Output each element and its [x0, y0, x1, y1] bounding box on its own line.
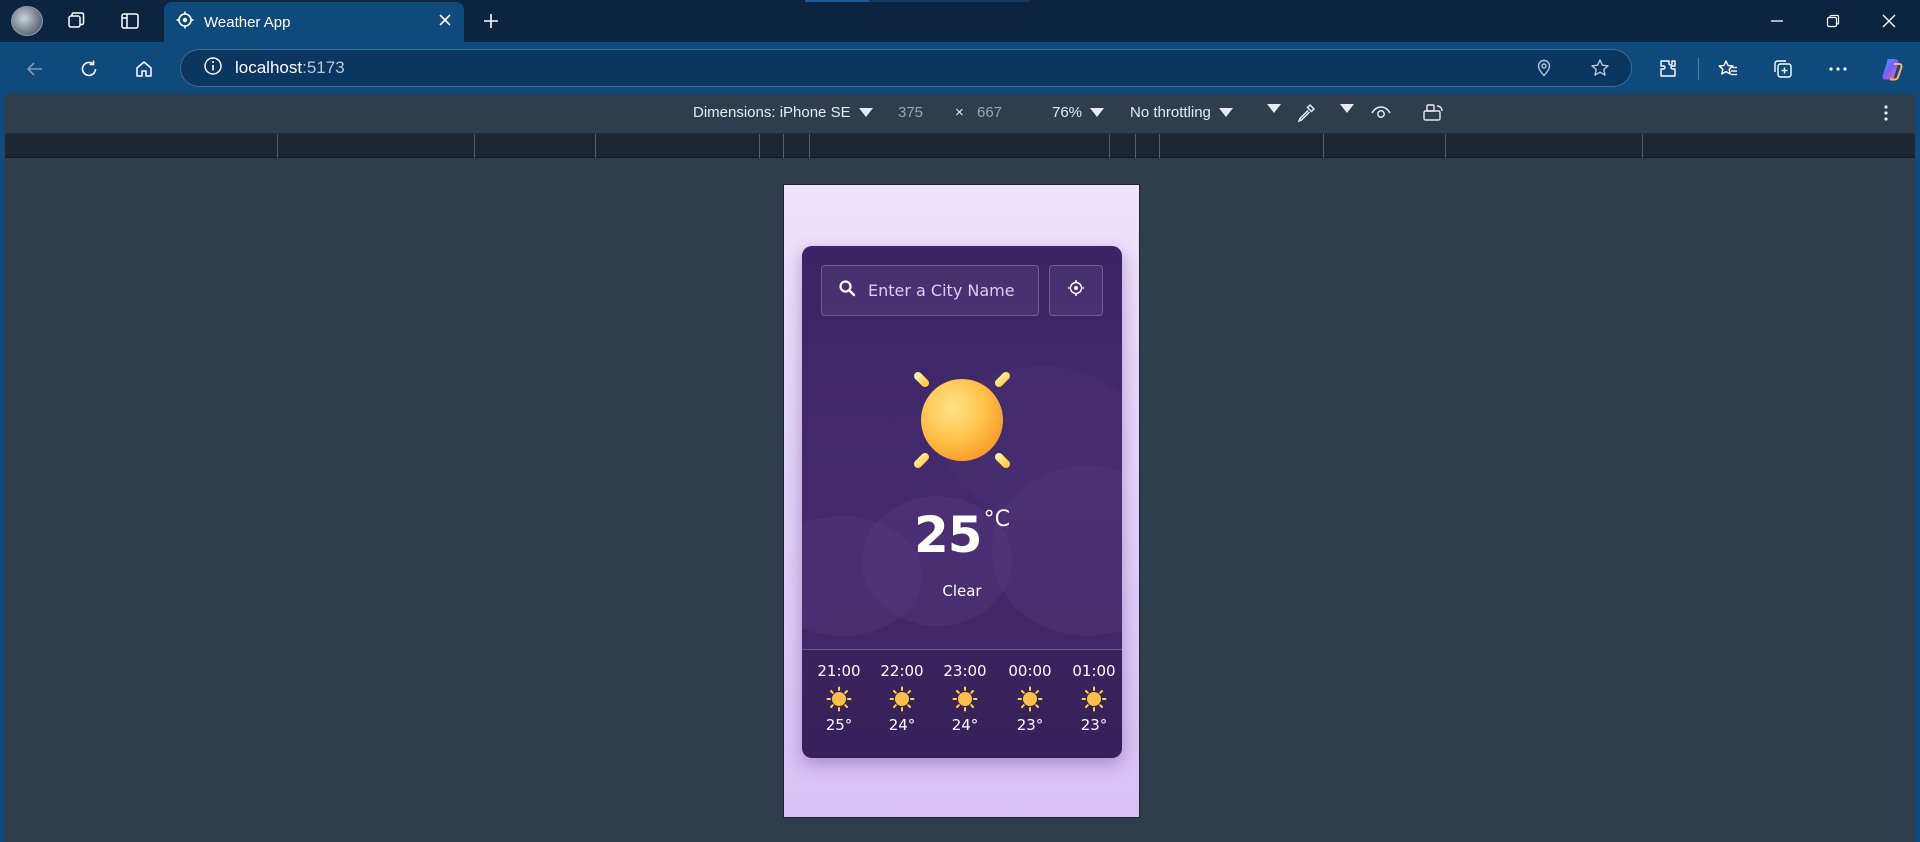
chevron-down-icon[interactable] — [1267, 104, 1281, 113]
weather-card: 25°C Clear 21:00 25° 22:00 24° 23:00 24°… — [802, 246, 1122, 758]
restore-icon[interactable] — [1810, 6, 1856, 36]
tab-strip-accent — [869, 0, 1029, 2]
hour-time: 22:00 — [880, 662, 924, 680]
tab-favicon-icon — [176, 11, 194, 34]
hour-temp: 23° — [1016, 716, 1044, 734]
hourly-item: 21:00 25° — [807, 662, 871, 734]
search-icon — [838, 279, 856, 302]
dimensions-dropdown[interactable]: Dimensions: iPhone SE — [693, 104, 873, 121]
hourly-item: 01:00 23° — [1062, 662, 1122, 734]
weather-condition: Clear — [942, 582, 982, 600]
close-tab-icon[interactable] — [438, 13, 452, 32]
copilot-icon[interactable] — [1875, 52, 1909, 86]
width-input[interactable]: 375 — [898, 104, 923, 121]
tab-title: Weather App — [204, 13, 291, 31]
eyedropper-icon[interactable] — [1295, 102, 1317, 124]
kebab-menu-icon[interactable] — [1883, 103, 1889, 123]
device-toolbar: Dimensions: iPhone SE 375 × 667 76% No t… — [5, 94, 1915, 134]
width-value: 375 — [898, 104, 924, 121]
back-icon[interactable] — [18, 52, 52, 86]
height-input[interactable]: 667 — [977, 104, 1002, 121]
favorites-icon[interactable] — [1711, 52, 1745, 86]
url-text: localhost:5173 — [235, 58, 345, 77]
times-sign: × — [955, 104, 964, 121]
hour-temp: 23° — [1080, 716, 1108, 734]
current-temperature: 25°C — [802, 506, 1122, 564]
profile-avatar[interactable] — [11, 6, 43, 36]
temperature-unit: °C — [983, 507, 1010, 532]
media-query-ruler[interactable] — [5, 134, 1915, 158]
browser-toolbar: localhost:5173 — [0, 42, 1920, 94]
throttling-dropdown[interactable]: No throttling — [1130, 104, 1233, 121]
vision-deficiency-icon[interactable] — [1370, 103, 1392, 123]
device-viewport: 25°C Clear 21:00 25° 22:00 24° 23:00 24°… — [783, 184, 1140, 818]
sun-icon — [1017, 686, 1043, 712]
current-location-button[interactable] — [1049, 265, 1103, 316]
sun-icon — [1081, 686, 1107, 712]
hour-temp: 25° — [825, 716, 853, 734]
new-tab-icon[interactable] — [475, 6, 507, 36]
hourly-item: 00:00 23° — [998, 662, 1062, 734]
chevron-down-icon — [1218, 108, 1233, 117]
city-search-input[interactable] — [868, 281, 1018, 300]
sun-icon — [889, 686, 915, 712]
height-value: 667 — [977, 104, 1003, 121]
hourly-item: 23:00 24° — [933, 662, 997, 734]
address-bar[interactable]: localhost:5173 — [180, 49, 1632, 87]
temperature-value: 25 — [914, 506, 983, 564]
collections-icon[interactable] — [1766, 52, 1800, 86]
tab-strip-accent — [805, 0, 869, 2]
vertical-tabs-icon[interactable] — [114, 6, 146, 36]
extensions-icon[interactable] — [1652, 52, 1686, 86]
dimension-separator: × — [955, 104, 964, 121]
city-search-box[interactable] — [821, 265, 1039, 316]
minimize-icon[interactable] — [1754, 6, 1800, 36]
chevron-down-icon[interactable] — [1340, 104, 1354, 113]
sun-icon — [895, 353, 1029, 487]
hourly-item: 22:00 24° — [870, 662, 934, 734]
window-border — [0, 94, 5, 842]
hourly-forecast: 21:00 25° 22:00 24° 23:00 24° 00:00 23° … — [802, 650, 1122, 758]
more-options-icon[interactable] — [1821, 52, 1855, 86]
hour-time: 21:00 — [817, 662, 861, 680]
hour-temp: 24° — [951, 716, 979, 734]
hour-time: 23:00 — [943, 662, 987, 680]
zoom-label: 76% — [1052, 104, 1083, 121]
sun-icon — [826, 686, 852, 712]
site-info-icon[interactable] — [203, 56, 223, 81]
tab-weather-app[interactable]: Weather App — [164, 2, 464, 42]
dimensions-label: Dimensions: iPhone SE — [693, 104, 851, 121]
home-icon[interactable] — [127, 52, 161, 86]
toolbar-divider — [1698, 58, 1699, 80]
crosshair-icon — [1067, 279, 1085, 302]
window-border — [1915, 94, 1920, 842]
hour-temp: 24° — [888, 716, 916, 734]
hour-time: 00:00 — [1008, 662, 1052, 680]
workspaces-icon[interactable] — [60, 6, 92, 36]
location-icon[interactable] — [1535, 59, 1553, 82]
hour-time: 01:00 — [1072, 662, 1116, 680]
favorite-star-icon[interactable] — [1590, 58, 1610, 83]
refresh-icon[interactable] — [72, 52, 106, 86]
chevron-down-icon — [858, 108, 873, 117]
zoom-dropdown[interactable]: 76% — [1052, 104, 1105, 121]
throttling-label: No throttling — [1130, 104, 1211, 121]
rotate-device-icon[interactable] — [1422, 103, 1444, 123]
sun-icon — [952, 686, 978, 712]
close-window-icon[interactable] — [1866, 6, 1912, 36]
tab-strip: Weather App — [0, 0, 1920, 42]
chevron-down-icon — [1090, 108, 1105, 117]
